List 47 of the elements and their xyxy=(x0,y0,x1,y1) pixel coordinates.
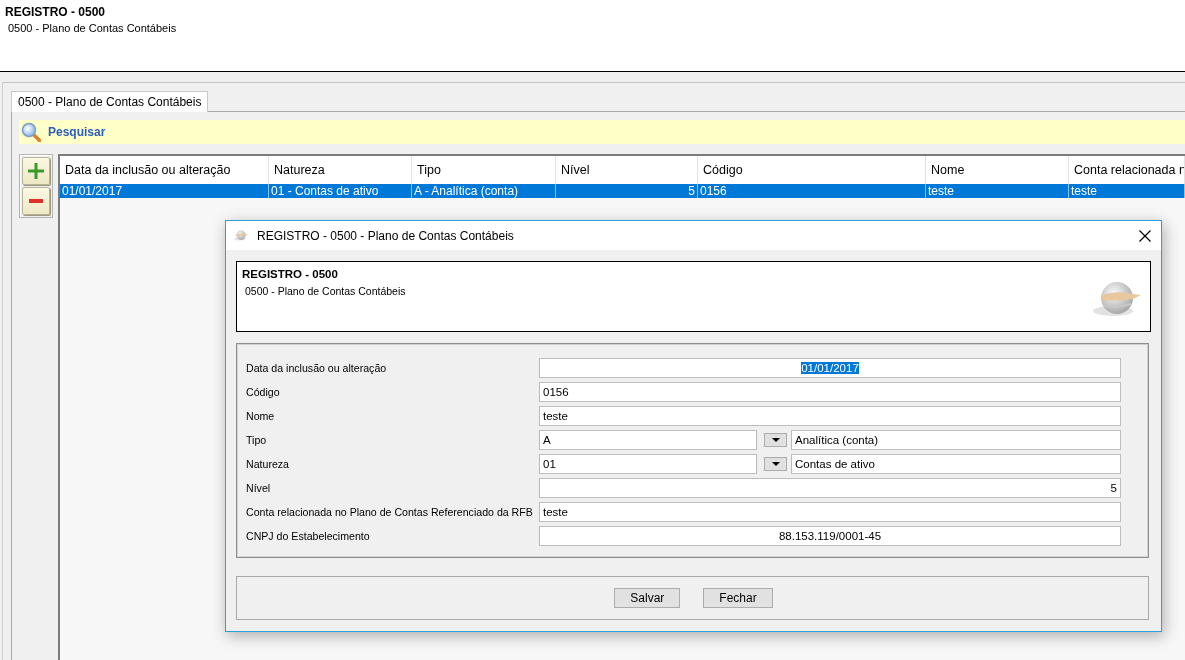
input-field[interactable]: teste xyxy=(539,502,1121,522)
table-cell: A - Analítica (conta) xyxy=(412,184,556,198)
dropdown-button[interactable] xyxy=(764,457,787,471)
minus-icon xyxy=(29,199,43,203)
input-field[interactable]: 88.153.119/0001-45 xyxy=(539,526,1121,546)
sphere-icon xyxy=(234,230,248,241)
page-subtitle: 0500 - Plano de Contas Contábeis xyxy=(8,22,177,35)
field-label: Tipo xyxy=(246,434,268,446)
field-label: Nome xyxy=(246,410,276,422)
table-cell: teste xyxy=(1069,184,1185,198)
input-field[interactable]: 01/01/2017 xyxy=(539,358,1121,378)
sphere-logo-icon xyxy=(1093,281,1141,317)
search-label[interactable]: Pesquisar xyxy=(48,125,106,139)
table-cell: 5 xyxy=(556,184,698,198)
plus-icon xyxy=(28,163,44,179)
field-label: Data da inclusão ou alteração xyxy=(246,362,388,374)
add-button[interactable] xyxy=(22,157,50,185)
close-dialog-button[interactable]: Fechar xyxy=(703,588,773,608)
dialog-title: REGISTRO - 0500 - Plano de Contas Contábeis xyxy=(257,228,514,243)
field-label: Conta relacionada no Plano de Contas Referenciado da RFB xyxy=(246,506,534,518)
field-label: CNPJ do Estabelecimento xyxy=(246,530,371,542)
save-button[interactable]: Salvar xyxy=(614,588,681,608)
input-field[interactable]: 0156 xyxy=(539,382,1121,402)
search-icon xyxy=(21,122,41,142)
description-field: Contas de ativo xyxy=(791,454,1121,474)
dialog-header-title: REGISTRO - 0500 xyxy=(242,267,338,281)
table-cell: 01 - Contas de ativo xyxy=(269,184,412,198)
description-field: Analítica (conta) xyxy=(791,430,1121,450)
field-label: Código xyxy=(246,386,281,398)
caret-icon xyxy=(771,462,780,466)
close-icon xyxy=(1139,229,1151,242)
dropdown-button[interactable] xyxy=(764,433,787,447)
input-field[interactable]: 5 xyxy=(539,478,1121,498)
table-cell: teste xyxy=(926,184,1069,198)
field-label: Natureza xyxy=(246,458,290,470)
field-label: Nível xyxy=(246,482,272,494)
dialog-header-subtitle: 0500 - Plano de Contas Contábeis xyxy=(245,285,406,298)
input-field[interactable]: A xyxy=(539,430,757,450)
table-cell: 0156 xyxy=(698,184,926,198)
caret-icon xyxy=(771,438,780,442)
table-cell: 01/01/2017 xyxy=(60,184,269,198)
input-field[interactable]: 01 xyxy=(539,454,757,474)
page-title: REGISTRO - 0500 xyxy=(5,5,106,19)
input-field[interactable]: teste xyxy=(539,406,1121,426)
table-row[interactable]: 01/01/2017 01 - Contas de ativo A - Analítica (conta) 5 0156 teste teste xyxy=(60,184,1185,198)
remove-button[interactable] xyxy=(22,187,50,215)
tab[interactable]: 0500 - Plano de Contas Contábeis xyxy=(11,91,209,112)
